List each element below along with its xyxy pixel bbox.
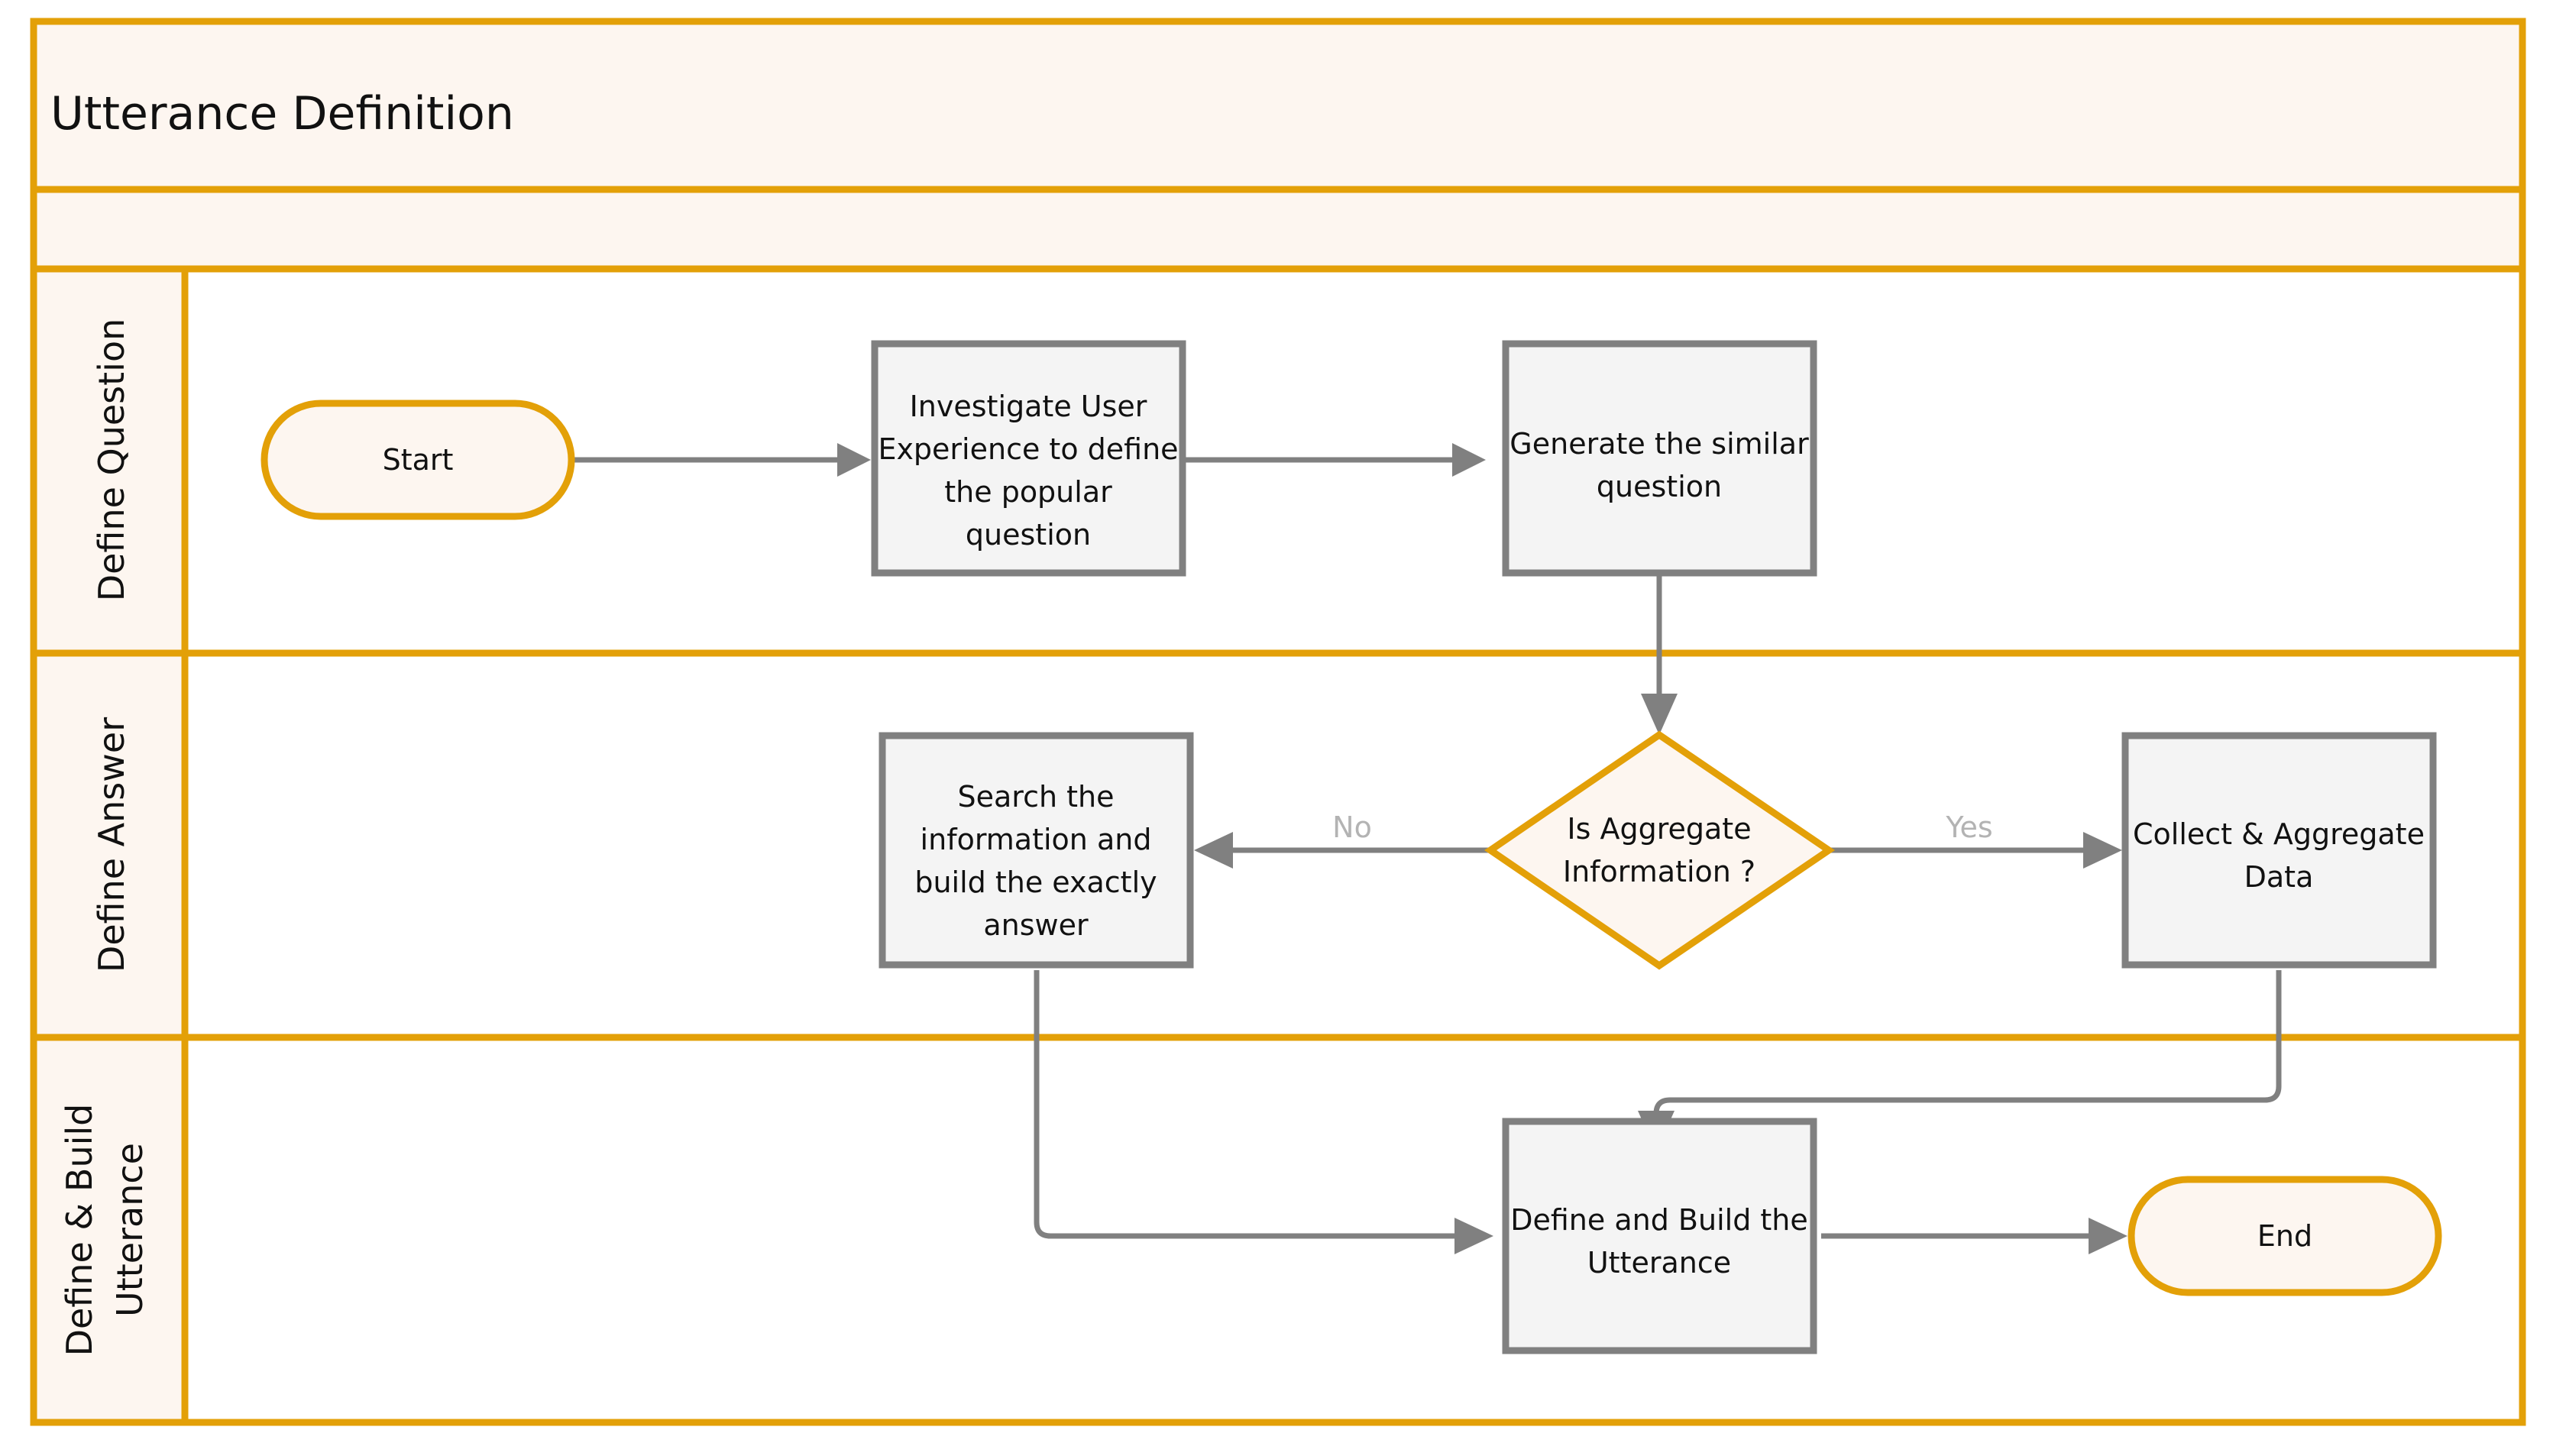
generate-similar-label-line1: Generate the similar bbox=[1509, 427, 1809, 461]
search-information-label-line3: build the exactly bbox=[914, 866, 1157, 899]
investigate-label-line4: question bbox=[966, 518, 1091, 552]
end-label: End bbox=[2257, 1219, 2312, 1253]
connector-define-build-to-end bbox=[1821, 1218, 2128, 1254]
node-is-aggregate-information[interactable]: Is Aggregate Information ? bbox=[1484, 730, 1836, 970]
node-collect-aggregate-data[interactable]: Collect & Aggregate Data bbox=[2121, 732, 2437, 969]
lane-label-define-build-utterance-line2: Utterance bbox=[109, 1143, 150, 1317]
node-investigate-user-experience[interactable]: Investigate User Experience to define th… bbox=[871, 340, 1186, 577]
node-end[interactable]: End bbox=[2128, 1176, 2442, 1296]
start-label: Start bbox=[383, 443, 454, 477]
connector-start-to-investigate bbox=[571, 443, 871, 477]
collect-aggregate-label-line2: Data bbox=[2244, 860, 2314, 894]
connector-decision-no-to-search: No bbox=[1194, 811, 1490, 869]
pool-secondary-band bbox=[34, 193, 2522, 267]
search-information-label-line4: answer bbox=[983, 908, 1089, 942]
investigate-label-line1: Investigate User bbox=[910, 390, 1147, 423]
investigate-label-line3: the popular bbox=[944, 475, 1112, 509]
search-information-label-line2: information and bbox=[921, 823, 1152, 856]
node-start[interactable]: Start bbox=[260, 400, 575, 520]
connector-decision-yes-to-collect: Yes bbox=[1829, 811, 2122, 869]
generate-similar-label-line2: question bbox=[1597, 470, 1722, 503]
decision-label-line1: Is Aggregate bbox=[1567, 812, 1751, 846]
lane-label-define-build-utterance-line1: Define & Build bbox=[59, 1104, 100, 1357]
diagram-canvas: Utterance Definition Define Question Def… bbox=[0, 0, 2553, 1456]
connector-search-to-define-build bbox=[1034, 970, 1493, 1254]
define-build-label-line2: Utterance bbox=[1587, 1246, 1731, 1280]
swimlane-flowchart: Utterance Definition Define Question Def… bbox=[30, 18, 2526, 1426]
search-information-label-line1: Search the bbox=[958, 780, 1115, 814]
decision-label-line2: Information ? bbox=[1563, 855, 1755, 888]
collect-aggregate-label-line1: Collect & Aggregate bbox=[2133, 817, 2425, 851]
edge-label-yes: Yes bbox=[1945, 811, 1992, 844]
connector-investigate-to-generate bbox=[1183, 443, 1486, 477]
node-search-information[interactable]: Search the information and build the exa… bbox=[879, 732, 1194, 969]
investigate-label-line2: Experience to define bbox=[878, 432, 1178, 466]
edge-label-no: No bbox=[1332, 811, 1372, 844]
node-generate-similar-question[interactable]: Generate the similar question bbox=[1502, 340, 1817, 577]
decision-shape bbox=[1484, 730, 1836, 970]
lane-label-define-question: Define Question bbox=[91, 319, 132, 602]
node-define-build-utterance[interactable]: Define and Build the Utterance bbox=[1502, 1118, 1817, 1354]
define-build-label-line1: Define and Build the bbox=[1510, 1203, 1808, 1237]
lane-label-define-answer: Define Answer bbox=[91, 717, 132, 972]
page-title: Utterance Definition bbox=[50, 87, 514, 141]
